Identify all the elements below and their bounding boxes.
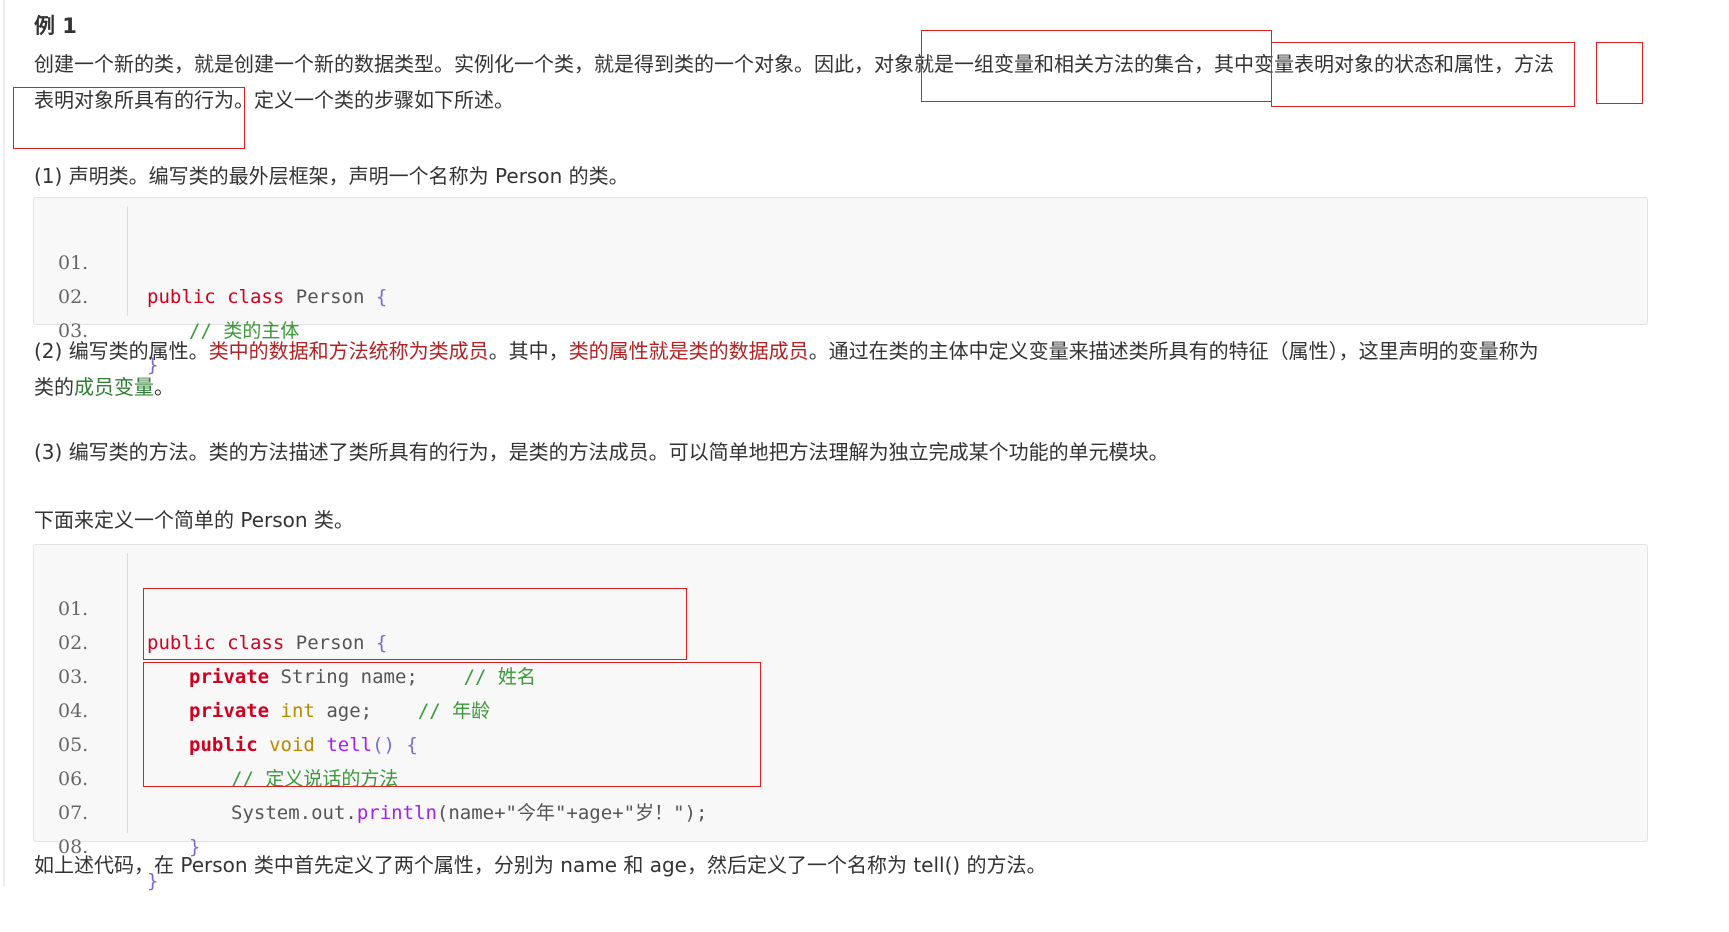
code-line: 03. } [34,280,1647,376]
intro-text-4: 方法 [1514,52,1554,76]
intro-paragraph: 创建一个新的类，就是创建一个新的数据类型。实例化一个类，就是得到类的一个对象。因… [34,46,1654,118]
step1-text: (1) 声明类。编写类的最外层框架，声明一个名称为 Person 的类。 [34,164,629,188]
step2-part: 。 [154,375,174,399]
intro-text-1: 创建一个新的类，就是创建一个新的数据类型。实例化一个类，就是得到类的一个对象。因… [34,52,874,76]
left-border [3,0,5,886]
summary-text: 如上述代码，在 Person 类中首先定义了两个属性，分别为 name 和 ag… [34,853,1047,877]
code-line: 02. // 类的主体 [34,246,1647,342]
step2-part: (2) 编写类的属性。 [34,339,209,363]
step2-part: 类的 [34,375,74,399]
code-line: 04. public void tell() { [34,660,1647,756]
intro-sep-1: ， [1194,52,1214,76]
code-line: 05. // 定义说话的方法 [34,694,1647,790]
code-block-2: 01. public class Person { 02. private St… [33,544,1648,892]
step2-emphasis-member-variable: 成员变量 [74,375,154,399]
step2-part: 。通过在类的主体中定义变量来描述类所具有的特征（属性），这里声明的变量称为 [808,339,1539,363]
code-line: 08. } [34,796,1647,892]
code-block-1: 01. public class Person { 02. // 类的主体 03… [33,197,1648,376]
step2-emphasis-attributes: 类的属性就是类的数据成员 [568,339,809,363]
step3-text: (3) 编写类的方法。类的方法描述了类所具有的行为，是类的方法成员。可以简单地把… [34,440,1169,464]
step2-emphasis-members: 类中的数据和方法统称为类成员 [208,339,489,363]
code-line: 01. public class Person { [34,212,1647,308]
article-page: 例 1 创建一个新的类，就是创建一个新的数据类型。实例化一个类，就是得到类的一个… [0,0,1729,892]
code-line: 02. private String name; // 姓名 [34,592,1647,688]
example-heading: 例 1 [34,14,77,38]
define-text: 下面来定义一个简单的 Person 类。 [34,508,354,532]
step2-part: 。其中， [488,339,569,363]
intro-sep-2: ， [1494,52,1514,76]
code-line: 01. public class Person { [34,558,1647,654]
code-line: 06. System.out.println(name+"今年"+age+"岁！… [34,728,1647,824]
step2-text: (2) 编写类的属性。类中的数据和方法统称为类成员。其中，类的属性就是类的数据成… [34,333,1654,405]
code-line: 07. } [34,762,1647,858]
intro-text-3: 其中变量表明对象的状态和属性 [1214,52,1494,76]
intro-text-6: 。定义一个类的步骤如下所述。 [234,88,514,112]
intro-text-2: 对象就是一组变量和相关方法的集合 [874,52,1194,76]
intro-text-5: 表明对象所具有的行为 [34,88,234,112]
code-line: 03. private int age; // 年龄 [34,626,1647,722]
